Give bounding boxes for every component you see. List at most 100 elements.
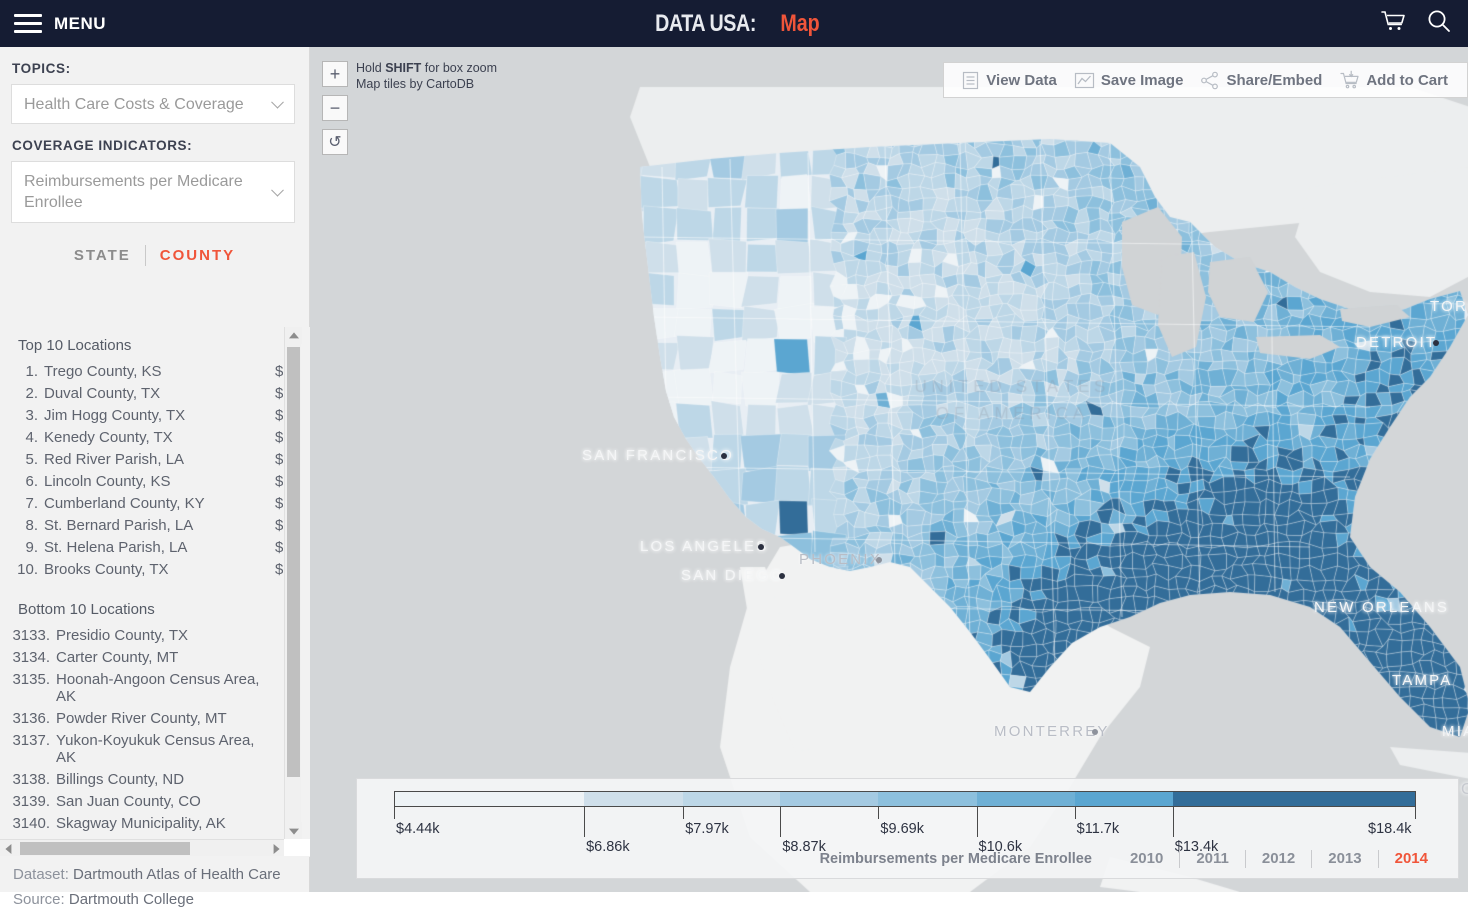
legend-tick-mark bbox=[1172, 807, 1174, 837]
list-item-rank: 5. bbox=[25, 450, 38, 468]
scrollbar-corner bbox=[284, 839, 310, 856]
locations-horizontal-scrollbar[interactable] bbox=[0, 839, 284, 856]
year-button-2013[interactable]: 2013 bbox=[1312, 849, 1377, 869]
list-item-value: $ bbox=[275, 384, 283, 402]
zoom-out-button[interactable]: − bbox=[322, 95, 348, 121]
list-item[interactable]: 10. Brooks County, TX $ bbox=[0, 558, 283, 580]
list-item[interactable]: 3139. San Juan County, CO bbox=[0, 790, 283, 812]
list-item-name: Lincoln County, KS bbox=[44, 472, 171, 490]
list-item[interactable]: 4. Kenedy County, TX $ bbox=[0, 426, 283, 448]
list-item-name: Trego County, KS bbox=[44, 362, 162, 380]
list-item-value: $ bbox=[275, 450, 283, 468]
legend-controls: Reimbursements per Medicare Enrollee 201… bbox=[357, 849, 1444, 869]
color-scale-segment bbox=[394, 791, 585, 807]
locations-vertical-scrollbar[interactable] bbox=[284, 327, 302, 839]
list-item[interactable]: 5. Red River Parish, LA $ bbox=[0, 448, 283, 470]
list-item[interactable]: 7. Cumberland County, KY $ bbox=[0, 492, 283, 514]
list-item[interactable]: 3138. Billings County, ND bbox=[0, 768, 283, 790]
list-item-rank: 3139. bbox=[12, 792, 50, 810]
coverage-indicators-select-value: Reimbursements per Medicare Enrollee bbox=[24, 173, 243, 211]
top-locations-list: 1. Trego County, KS $2. Duval County, TX $3.… bbox=[0, 360, 283, 580]
year-button-2014[interactable]: 2014 bbox=[1379, 849, 1444, 869]
legend-tick-label: $7.97k bbox=[685, 821, 729, 837]
legend-tick-label: $4.44k bbox=[396, 821, 440, 837]
geography-toggle: STATE COUNTY bbox=[0, 245, 309, 266]
add-to-cart-button[interactable]: Add to Cart bbox=[1334, 70, 1453, 90]
year-button-2011[interactable]: 2011 bbox=[1180, 849, 1245, 869]
map-viewport[interactable]: MONTREALTORONTODETROITNEW ORLEANSTAMPAMI… bbox=[310, 47, 1468, 892]
color-scale-segment bbox=[1074, 791, 1173, 807]
list-item[interactable]: 8. St. Bernard Parish, LA $ bbox=[0, 514, 283, 536]
list-item-rank: 3135. bbox=[12, 670, 50, 688]
view-data-button[interactable]: View Data bbox=[956, 71, 1062, 90]
list-item-name: San Juan County, CO bbox=[56, 792, 201, 810]
list-item-rank: 3. bbox=[25, 406, 38, 424]
color-scale[interactable]: $4.44k $6.86k $7.97k $8.87k $9.69k $10.6k $11.… bbox=[394, 791, 1416, 855]
vertical-scroll-thumb[interactable] bbox=[287, 347, 300, 777]
year-button-2012[interactable]: 2012 bbox=[1246, 849, 1311, 869]
zoom-in-button[interactable]: + bbox=[322, 61, 348, 87]
color-scale-segment bbox=[1172, 791, 1416, 807]
add-to-cart-icon bbox=[1340, 70, 1359, 89]
source-value[interactable]: Dartmouth College bbox=[69, 891, 194, 908]
list-item-value: $ bbox=[275, 538, 283, 556]
save-image-icon bbox=[1074, 72, 1094, 88]
topics-select[interactable]: Health Care Costs & Coverage bbox=[11, 84, 295, 124]
map-zoom-controls: + − ↺ bbox=[322, 61, 348, 163]
coverage-indicators-select[interactable]: Reimbursements per Medicare Enrollee bbox=[11, 161, 295, 223]
sidebar: TOPICS: Health Care Costs & Coverage COV… bbox=[0, 47, 310, 908]
scroll-left-arrow-icon[interactable] bbox=[0, 840, 17, 857]
legend-tick-mark bbox=[1074, 807, 1076, 819]
list-item-name: Duval County, TX bbox=[44, 384, 161, 402]
list-item-rank: 6. bbox=[25, 472, 38, 490]
list-item-name: Brooks County, TX bbox=[44, 560, 169, 578]
logo-page-title: Map bbox=[779, 9, 820, 37]
menu-button[interactable]: MENU bbox=[0, 14, 106, 34]
list-item[interactable]: 3134. Carter County, MT bbox=[0, 646, 283, 668]
coverage-indicators-label: COVERAGE INDICATORS: bbox=[12, 138, 193, 153]
save-image-button[interactable]: Save Image bbox=[1069, 71, 1189, 90]
scroll-down-arrow-icon[interactable] bbox=[285, 822, 302, 839]
list-item[interactable]: 2. Duval County, TX $ bbox=[0, 382, 283, 404]
legend-title: Reimbursements per Medicare Enrollee bbox=[819, 851, 1092, 867]
topics-label: TOPICS: bbox=[12, 61, 71, 76]
list-item[interactable]: 3135. Hoonah-Angoon Census Area, AK bbox=[0, 668, 283, 707]
choropleth-map[interactable] bbox=[310, 47, 1468, 892]
list-item-rank: 3140. bbox=[12, 814, 50, 832]
map-legend: $4.44k $6.86k $7.97k $8.87k $9.69k $10.6k $11.… bbox=[356, 778, 1459, 879]
list-item[interactable]: 6. Lincoln County, KS $ bbox=[0, 470, 283, 492]
list-item[interactable]: 3140. Skagway Municipality, AK bbox=[0, 812, 283, 834]
list-item-name: Cumberland County, KY bbox=[44, 494, 205, 512]
legend-tick-label: $18.4k bbox=[1368, 821, 1412, 837]
chevron-down-icon bbox=[271, 95, 284, 109]
search-icon[interactable] bbox=[1426, 8, 1452, 39]
list-item[interactable]: 3136. Powder River County, MT bbox=[0, 707, 283, 729]
scroll-right-arrow-icon[interactable] bbox=[267, 840, 284, 857]
horizontal-scroll-thumb[interactable] bbox=[20, 842, 190, 855]
year-button-2010[interactable]: 2010 bbox=[1114, 849, 1179, 869]
legend-tick-mark bbox=[976, 807, 978, 837]
share-embed-button[interactable]: Share/Embed bbox=[1195, 71, 1327, 90]
source-key: Source: bbox=[13, 891, 65, 908]
list-item-value: $ bbox=[275, 516, 283, 534]
shopping-cart-icon[interactable] bbox=[1380, 9, 1406, 38]
list-item-name: Kenedy County, TX bbox=[44, 428, 173, 446]
geo-toggle-state[interactable]: STATE bbox=[60, 247, 145, 264]
dataset-value[interactable]: Dartmouth Atlas of Health Care bbox=[73, 866, 281, 883]
reset-view-button[interactable]: ↺ bbox=[322, 129, 348, 155]
list-item[interactable]: 9. St. Helena Parish, LA $ bbox=[0, 536, 283, 558]
scroll-up-arrow-icon[interactable] bbox=[285, 327, 302, 344]
legend-tick-mark bbox=[878, 807, 880, 819]
geo-toggle-county[interactable]: COUNTY bbox=[146, 247, 249, 264]
share-embed-label: Share/Embed bbox=[1226, 71, 1323, 89]
list-item[interactable]: 3133. Presidio County, TX bbox=[0, 624, 283, 646]
color-scale-segment bbox=[780, 791, 879, 807]
dataset-line: Dataset: Dartmouth Atlas of Health Care bbox=[13, 862, 310, 887]
list-item[interactable]: 3137. Yukon-Koyukuk Census Area, AK bbox=[0, 729, 283, 768]
list-item[interactable]: 1. Trego County, KS $ bbox=[0, 360, 283, 382]
year-selector: 2010 2011 2012 2013 2014 bbox=[1114, 849, 1444, 869]
locations-panel: Top 10 Locations 1. Trego County, KS $2. Du… bbox=[0, 327, 310, 857]
save-image-label: Save Image bbox=[1100, 71, 1184, 89]
list-item-name: Billings County, ND bbox=[56, 770, 185, 788]
list-item[interactable]: 3. Jim Hogg County, TX $ bbox=[0, 404, 283, 426]
